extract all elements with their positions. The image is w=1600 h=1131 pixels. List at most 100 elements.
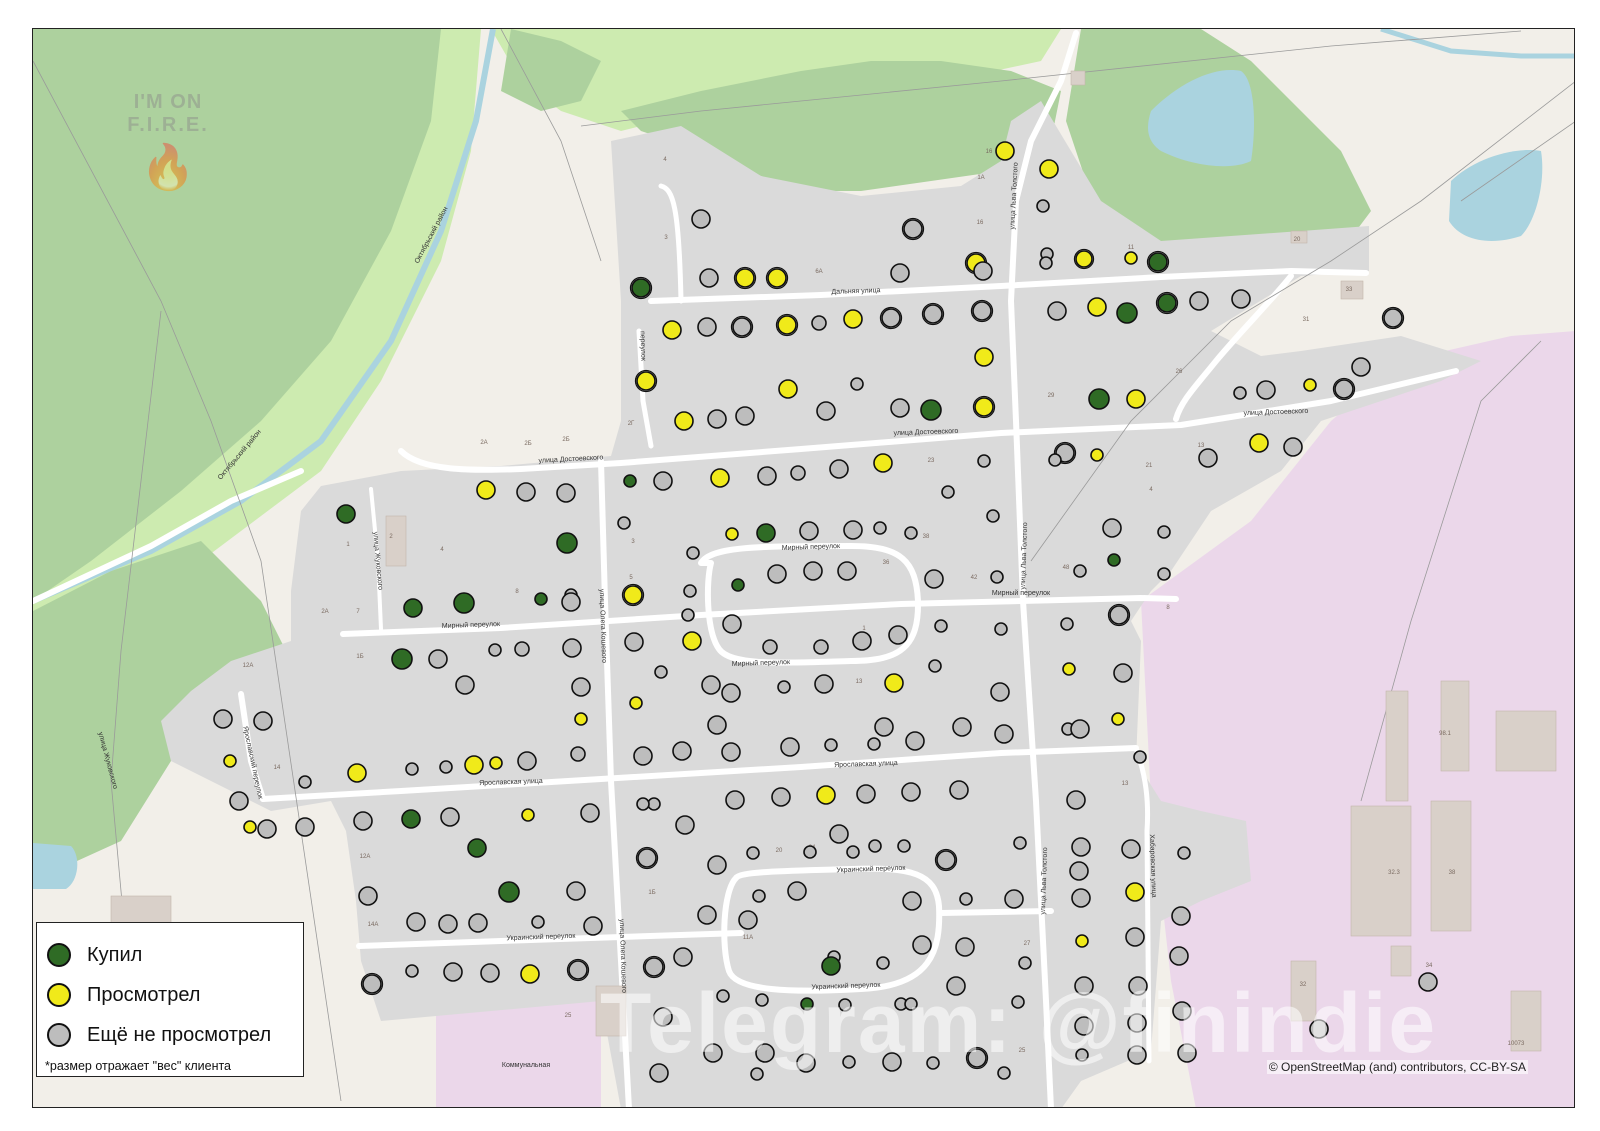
client-marker-not-viewed[interactable] [405, 964, 419, 978]
client-marker-bought[interactable] [756, 523, 776, 543]
client-marker-not-viewed[interactable] [1071, 888, 1091, 908]
client-marker-viewed[interactable] [629, 696, 643, 710]
client-marker-not-viewed[interactable] [406, 912, 426, 932]
client-marker-not-viewed[interactable] [824, 738, 838, 752]
client-marker-viewed[interactable] [1075, 934, 1089, 948]
client-marker-not-viewed[interactable] [905, 731, 925, 751]
client-marker-not-viewed[interactable] [1073, 564, 1087, 578]
client-marker-not-viewed[interactable] [780, 737, 800, 757]
client-marker-not-viewed[interactable] [438, 914, 458, 934]
client-marker-not-viewed[interactable] [846, 845, 860, 859]
client-marker-not-viewed[interactable] [767, 564, 787, 584]
client-marker-not-viewed[interactable] [924, 569, 944, 589]
client-marker-not-viewed[interactable] [762, 639, 778, 655]
client-marker-not-viewed[interactable] [517, 751, 537, 771]
client-marker-viewed[interactable] [1125, 882, 1145, 902]
client-marker-not-viewed[interactable] [837, 561, 857, 581]
client-marker-bought[interactable] [467, 838, 487, 858]
client-marker-not-viewed[interactable] [580, 803, 600, 823]
client-marker-not-viewed[interactable] [1004, 889, 1024, 909]
client-marker-not-viewed[interactable] [1036, 199, 1050, 213]
client-marker-not-viewed[interactable] [566, 958, 590, 982]
client-marker-not-viewed[interactable] [1060, 617, 1074, 631]
client-marker-not-viewed[interactable] [912, 935, 932, 955]
client-marker-viewed[interactable] [621, 583, 645, 607]
client-marker-viewed[interactable] [733, 266, 757, 290]
client-marker-not-viewed[interactable] [1018, 956, 1032, 970]
client-marker-not-viewed[interactable] [721, 742, 741, 762]
client-marker-viewed[interactable] [710, 468, 730, 488]
client-marker-not-viewed[interactable] [790, 465, 806, 481]
client-marker-not-viewed[interactable] [856, 784, 876, 804]
client-marker-bought[interactable] [336, 504, 356, 524]
client-marker-not-viewed[interactable] [1066, 790, 1086, 810]
client-marker-not-viewed[interactable] [707, 409, 727, 429]
client-marker-not-viewed[interactable] [1157, 567, 1171, 581]
client-marker-bought[interactable] [534, 592, 548, 606]
client-marker-not-viewed[interactable] [952, 717, 972, 737]
client-marker-not-viewed[interactable] [439, 760, 453, 774]
client-marker-not-viewed[interactable] [721, 683, 741, 703]
client-marker-not-viewed[interactable] [1332, 377, 1356, 401]
client-marker-not-viewed[interactable] [904, 526, 918, 540]
client-marker-viewed[interactable] [884, 673, 904, 693]
client-marker-not-viewed[interactable] [566, 881, 586, 901]
client-marker-bought[interactable] [403, 598, 423, 618]
client-marker-not-viewed[interactable] [514, 641, 530, 657]
client-marker-bought[interactable] [920, 399, 942, 421]
client-marker-not-viewed[interactable] [701, 675, 721, 695]
client-marker-not-viewed[interactable] [757, 466, 777, 486]
client-marker-bought[interactable] [1146, 250, 1170, 274]
client-marker-not-viewed[interactable] [561, 592, 581, 612]
client-marker-viewed[interactable] [243, 820, 257, 834]
client-marker-not-viewed[interactable] [874, 717, 894, 737]
client-marker-viewed[interactable] [778, 379, 798, 399]
client-marker-not-viewed[interactable] [699, 268, 719, 288]
client-marker-not-viewed[interactable] [973, 261, 993, 281]
client-marker-not-viewed[interactable] [816, 401, 836, 421]
client-marker-not-viewed[interactable] [516, 482, 536, 502]
client-marker-viewed[interactable] [725, 527, 739, 541]
client-marker-not-viewed[interactable] [897, 839, 911, 853]
client-marker-viewed[interactable] [521, 808, 535, 822]
client-marker-not-viewed[interactable] [1256, 380, 1276, 400]
client-marker-not-viewed[interactable] [257, 819, 277, 839]
client-marker-not-viewed[interactable] [879, 306, 903, 330]
client-marker-not-viewed[interactable] [707, 715, 727, 735]
client-marker-not-viewed[interactable] [697, 317, 717, 337]
client-marker-not-viewed[interactable] [556, 483, 576, 503]
client-marker-not-viewed[interactable] [707, 855, 727, 875]
client-marker-bought[interactable] [498, 881, 520, 903]
client-marker-not-viewed[interactable] [691, 209, 711, 229]
client-marker-not-viewed[interactable] [253, 711, 273, 731]
client-marker-not-viewed[interactable] [562, 638, 582, 658]
client-marker-not-viewed[interactable] [295, 817, 315, 837]
client-marker-bought[interactable] [401, 809, 421, 829]
client-marker-not-viewed[interactable] [1102, 518, 1122, 538]
client-marker-not-viewed[interactable] [1048, 453, 1062, 467]
client-marker-viewed[interactable] [775, 313, 799, 337]
client-marker-not-viewed[interactable] [440, 807, 460, 827]
client-marker-not-viewed[interactable] [675, 815, 695, 835]
client-marker-not-viewed[interactable] [468, 913, 488, 933]
client-marker-not-viewed[interactable] [799, 521, 819, 541]
client-marker-not-viewed[interactable] [1351, 357, 1371, 377]
client-marker-not-viewed[interactable] [876, 956, 890, 970]
client-marker-not-viewed[interactable] [673, 947, 693, 967]
client-marker-not-viewed[interactable] [941, 485, 955, 499]
client-marker-not-viewed[interactable] [928, 659, 942, 673]
client-marker-not-viewed[interactable] [901, 217, 925, 241]
client-marker-not-viewed[interactable] [654, 665, 668, 679]
client-marker-not-viewed[interactable] [1233, 386, 1247, 400]
client-marker-not-viewed[interactable] [1039, 256, 1053, 270]
client-marker-not-viewed[interactable] [725, 790, 745, 810]
client-marker-not-viewed[interactable] [635, 846, 659, 870]
client-marker-not-viewed[interactable] [1171, 906, 1191, 926]
client-marker-not-viewed[interactable] [353, 811, 373, 831]
map-attribution[interactable]: © OpenStreetMap (and) contributors, CC-B… [1266, 1060, 1528, 1074]
client-marker-not-viewed[interactable] [428, 649, 448, 669]
client-marker-not-viewed[interactable] [890, 263, 910, 283]
client-marker-viewed[interactable] [520, 964, 540, 984]
client-marker-viewed[interactable] [765, 266, 789, 290]
client-marker-not-viewed[interactable] [455, 675, 475, 695]
